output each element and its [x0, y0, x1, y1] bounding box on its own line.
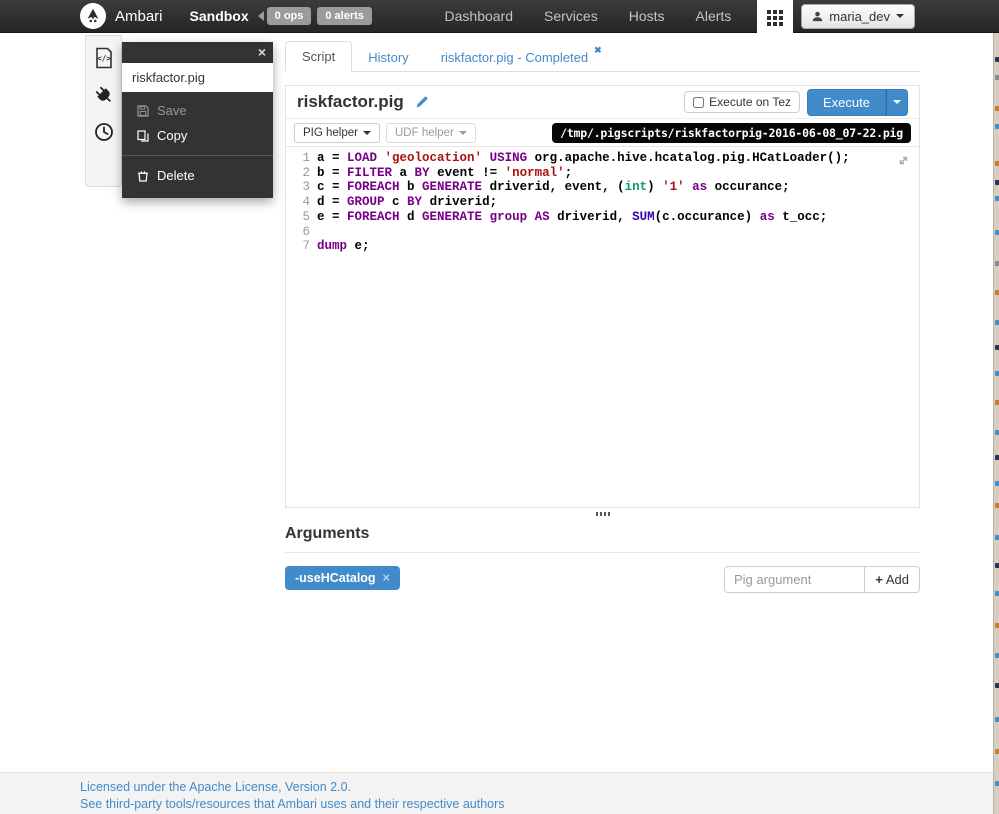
chevron-down-icon — [896, 14, 904, 18]
code-line[interactable]: e = FOREACH d GENERATE group AS driverid… — [317, 210, 919, 225]
close-tab-icon[interactable]: ✖ — [594, 45, 602, 55]
chevron-down-icon — [362, 130, 371, 135]
close-icon[interactable]: × — [258, 43, 266, 61]
tab-script[interactable]: Script — [285, 41, 353, 72]
user-name: maria_dev — [829, 8, 890, 24]
code-line[interactable]: c = FOREACH b GENERATE driverid, event, … — [317, 180, 919, 195]
scrollbar-markers[interactable] — [993, 33, 999, 814]
chevron-down-icon — [458, 130, 467, 135]
line-number: 3 — [302, 180, 310, 195]
code-editor[interactable]: 1234567 a = LOAD 'geolocation' USING org… — [286, 147, 919, 507]
content-area: </> × riskfactor.pig Save Copy Delete Sc… — [0, 33, 999, 772]
code-line[interactable] — [317, 225, 919, 240]
trash-icon — [138, 170, 148, 182]
grid-icon — [767, 9, 784, 26]
code-line[interactable]: a = LOAD 'geolocation' USING org.apache.… — [317, 151, 919, 166]
badge-arrow — [257, 11, 264, 21]
menu-divider — [122, 155, 273, 156]
nav-services-link[interactable]: Services — [539, 8, 603, 24]
menu-item-save[interactable]: Save — [122, 98, 273, 123]
popup-header: × — [122, 42, 273, 63]
popup-filename[interactable]: riskfactor.pig — [122, 63, 273, 92]
code-line[interactable]: d = GROUP c BY driverid; — [317, 195, 919, 210]
page-footer: Licensed under the Apache License, Versi… — [0, 772, 999, 814]
ops-badge[interactable]: 0 ops — [266, 7, 312, 25]
third-party-link[interactable]: See third-party tools/resources that Amb… — [80, 796, 999, 813]
menu-item-copy[interactable]: Copy — [122, 123, 273, 148]
menu-item-delete[interactable]: Delete — [122, 163, 273, 188]
line-number: 5 — [302, 209, 310, 224]
arguments-heading: Arguments — [285, 525, 370, 542]
plus-icon: + — [875, 572, 883, 587]
remove-argument-icon[interactable]: × — [383, 571, 390, 585]
line-number-gutter: 1234567 — [286, 151, 310, 254]
title-row: riskfactor.pig Execute on Tez Execute — [286, 86, 919, 119]
code-line[interactable]: b = FILTER a BY event != 'normal'; — [317, 166, 919, 181]
edit-title-pencil-icon[interactable] — [415, 95, 429, 109]
user-menu-button[interactable]: maria_dev — [801, 3, 915, 29]
add-argument-group: +Add — [724, 566, 920, 593]
views-menu-button[interactable] — [757, 0, 794, 35]
page-title: riskfactor.pig — [297, 92, 404, 111]
nav-dashboard-link[interactable]: Dashboard — [440, 8, 519, 24]
code-lines[interactable]: a = LOAD 'geolocation' USING org.apache.… — [317, 151, 919, 254]
line-number: 6 — [302, 224, 310, 239]
license-link[interactable]: Licensed under the Apache License, Versi… — [80, 779, 999, 796]
execute-button[interactable]: Execute — [807, 88, 886, 116]
resize-grip[interactable] — [595, 512, 611, 516]
arguments-divider — [285, 552, 920, 553]
nav-alerts-link[interactable]: Alerts — [691, 8, 737, 24]
script-context-panel: × riskfactor.pig Save Copy Delete — [122, 42, 273, 198]
tez-checkbox-input[interactable] — [693, 96, 705, 108]
page: Ambari Sandbox 0 ops 0 alerts Dashboard … — [0, 0, 999, 814]
pig-view-rail: </> — [85, 35, 122, 187]
execute-dropdown-button[interactable] — [886, 88, 908, 116]
code-line[interactable]: dump e; — [317, 239, 919, 254]
script-main: Script History riskfactor.pig - Complete… — [285, 41, 920, 593]
line-number: 7 — [302, 239, 310, 254]
argument-tag[interactable]: -useHCatalog × — [285, 566, 400, 590]
tab-bar: Script History riskfactor.pig - Complete… — [285, 41, 920, 72]
copy-icon — [137, 129, 149, 142]
pig-helper-dropdown[interactable]: PIG helper — [294, 122, 380, 143]
save-icon — [137, 104, 149, 117]
nav-hosts-link[interactable]: Hosts — [624, 8, 670, 24]
tab-job-completed[interactable]: riskfactor.pig - Completed ✖ — [425, 38, 618, 72]
script-path-badge: /tmp/.pigscripts/riskfactorpig-2016-06-0… — [552, 122, 911, 143]
ambari-logo-icon[interactable] — [80, 3, 106, 29]
pig-argument-input[interactable] — [724, 566, 866, 593]
brand-title[interactable]: Ambari — [115, 8, 163, 25]
line-number: 2 — [302, 165, 310, 180]
top-navbar: Ambari Sandbox 0 ops 0 alerts Dashboard … — [0, 0, 999, 35]
udf-helper-dropdown[interactable]: UDF helper — [385, 122, 476, 143]
line-number: 4 — [302, 195, 310, 210]
script-editor-panel: riskfactor.pig Execute on Tez Execute PI… — [285, 85, 920, 508]
alerts-badge[interactable]: 0 alerts — [317, 7, 372, 25]
line-number: 1 — [302, 151, 310, 165]
expand-editor-icon[interactable] — [897, 154, 910, 167]
arguments-row: -useHCatalog× +Add — [285, 566, 920, 593]
user-icon — [813, 11, 823, 21]
history-clock-icon[interactable] — [92, 120, 116, 144]
editor-toolbar: PIG helper UDF helper /tmp/.pigscripts/r… — [286, 119, 919, 147]
execute-on-tez-checkbox[interactable]: Execute on Tez — [684, 91, 801, 113]
chevron-down-icon — [893, 100, 901, 104]
script-actions-menu: Save Copy Delete — [122, 92, 273, 198]
udf-plug-icon[interactable] — [92, 83, 116, 107]
tab-history[interactable]: History — [352, 43, 424, 72]
svg-text:</>: </> — [97, 54, 111, 63]
cluster-name: Sandbox — [189, 8, 249, 24]
scripts-icon[interactable]: </> — [92, 46, 116, 70]
add-argument-button[interactable]: + Add — [865, 566, 920, 593]
